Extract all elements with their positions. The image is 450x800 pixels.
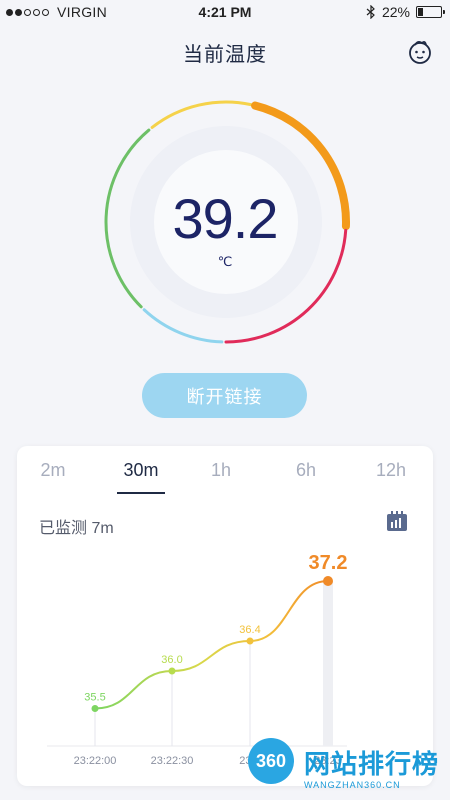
point-guide-line <box>249 641 251 746</box>
active-tab-indicator <box>117 492 165 494</box>
watermark-logo: 360 <box>248 738 294 784</box>
status-right: 22% <box>366 4 445 20</box>
page-title: 当前温度 <box>183 44 267 66</box>
data-point[interactable] <box>91 705 99 712</box>
battery-fill <box>418 8 423 16</box>
bluetooth-icon <box>366 5 375 19</box>
watermark-text: 网站排行榜 <box>304 749 440 779</box>
battery-icon <box>416 6 445 18</box>
temperature-unit: ℃ <box>217 254 233 269</box>
data-point-label: 36.4 <box>239 624 260 636</box>
baby-face-icon[interactable] <box>406 38 434 66</box>
data-point[interactable] <box>246 637 254 645</box>
monitor-duration: 已监测 7m <box>39 520 114 537</box>
data-point-label: 35.5 <box>84 692 105 704</box>
tab-12h[interactable]: 12h <box>361 460 421 481</box>
tab-2m[interactable]: 2m <box>23 460 83 481</box>
watermark-domain: WANGZHAN360.CN <box>304 780 401 790</box>
point-guide-line <box>171 671 173 746</box>
watermark: 360 网站排行榜 WANGZHAN360.CN <box>248 738 448 798</box>
point-guide-line <box>94 708 96 746</box>
x-tick-label: 23:22:30 <box>151 755 194 767</box>
disconnect-button[interactable]: 断开链接 <box>142 373 307 418</box>
time-range-tabs: 2m 30m 1h 6h 12h <box>17 446 433 494</box>
x-tick-label: 23:22:00 <box>74 755 117 767</box>
data-point[interactable] <box>168 667 176 675</box>
battery-percent: 22% <box>381 4 410 20</box>
tab-1h[interactable]: 1h <box>191 460 251 481</box>
tab-30m[interactable]: 30m <box>111 460 171 481</box>
status-bar: VIRGIN 4:21 PM 22% <box>0 0 450 24</box>
data-point-label: 36.0 <box>161 654 182 666</box>
history-card: 2m 30m 1h 6h 12h 已监测 7m 35.5 23:22:00 36.0… <box>17 446 433 786</box>
point-guide-line <box>323 581 333 746</box>
data-point[interactable] <box>323 576 333 586</box>
tab-6h[interactable]: 6h <box>276 460 336 481</box>
temperature-value: 39.2 <box>172 187 279 250</box>
temperature-line <box>94 580 329 710</box>
gauge-segment-yellow <box>150 100 253 129</box>
calendar-icon[interactable] <box>386 510 408 532</box>
data-point-label: 37.2 <box>309 552 348 574</box>
